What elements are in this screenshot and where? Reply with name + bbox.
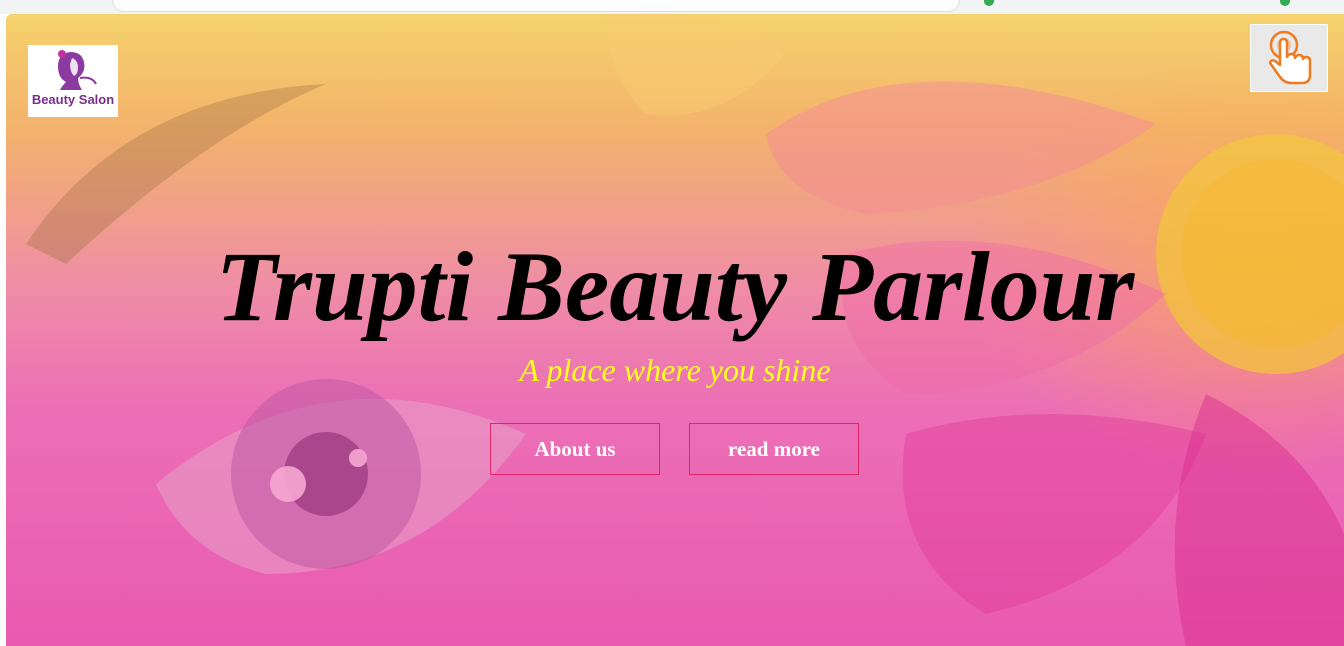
- address-bar[interactable]: [112, 0, 960, 12]
- hand-pointer-icon: [1268, 30, 1312, 85]
- extension-icon[interactable]: [1280, 0, 1290, 6]
- read-more-button[interactable]: read more: [689, 423, 859, 475]
- logo-text: Beauty Salon: [31, 92, 115, 107]
- touch-button[interactable]: [1250, 24, 1328, 92]
- site-logo[interactable]: Beauty Salon: [28, 45, 118, 117]
- extension-icon[interactable]: [984, 0, 994, 6]
- page-title: Trupti Beauty Parlour: [215, 231, 1135, 342]
- woman-silhouette-icon: [58, 50, 97, 90]
- browser-chrome-strip: [0, 0, 1344, 14]
- page-subtitle: A place where you shine: [519, 352, 831, 388]
- hero-section: Beauty Salon Trupti Beauty Parlour A pla…: [6, 14, 1344, 646]
- about-us-button[interactable]: About us: [490, 423, 660, 475]
